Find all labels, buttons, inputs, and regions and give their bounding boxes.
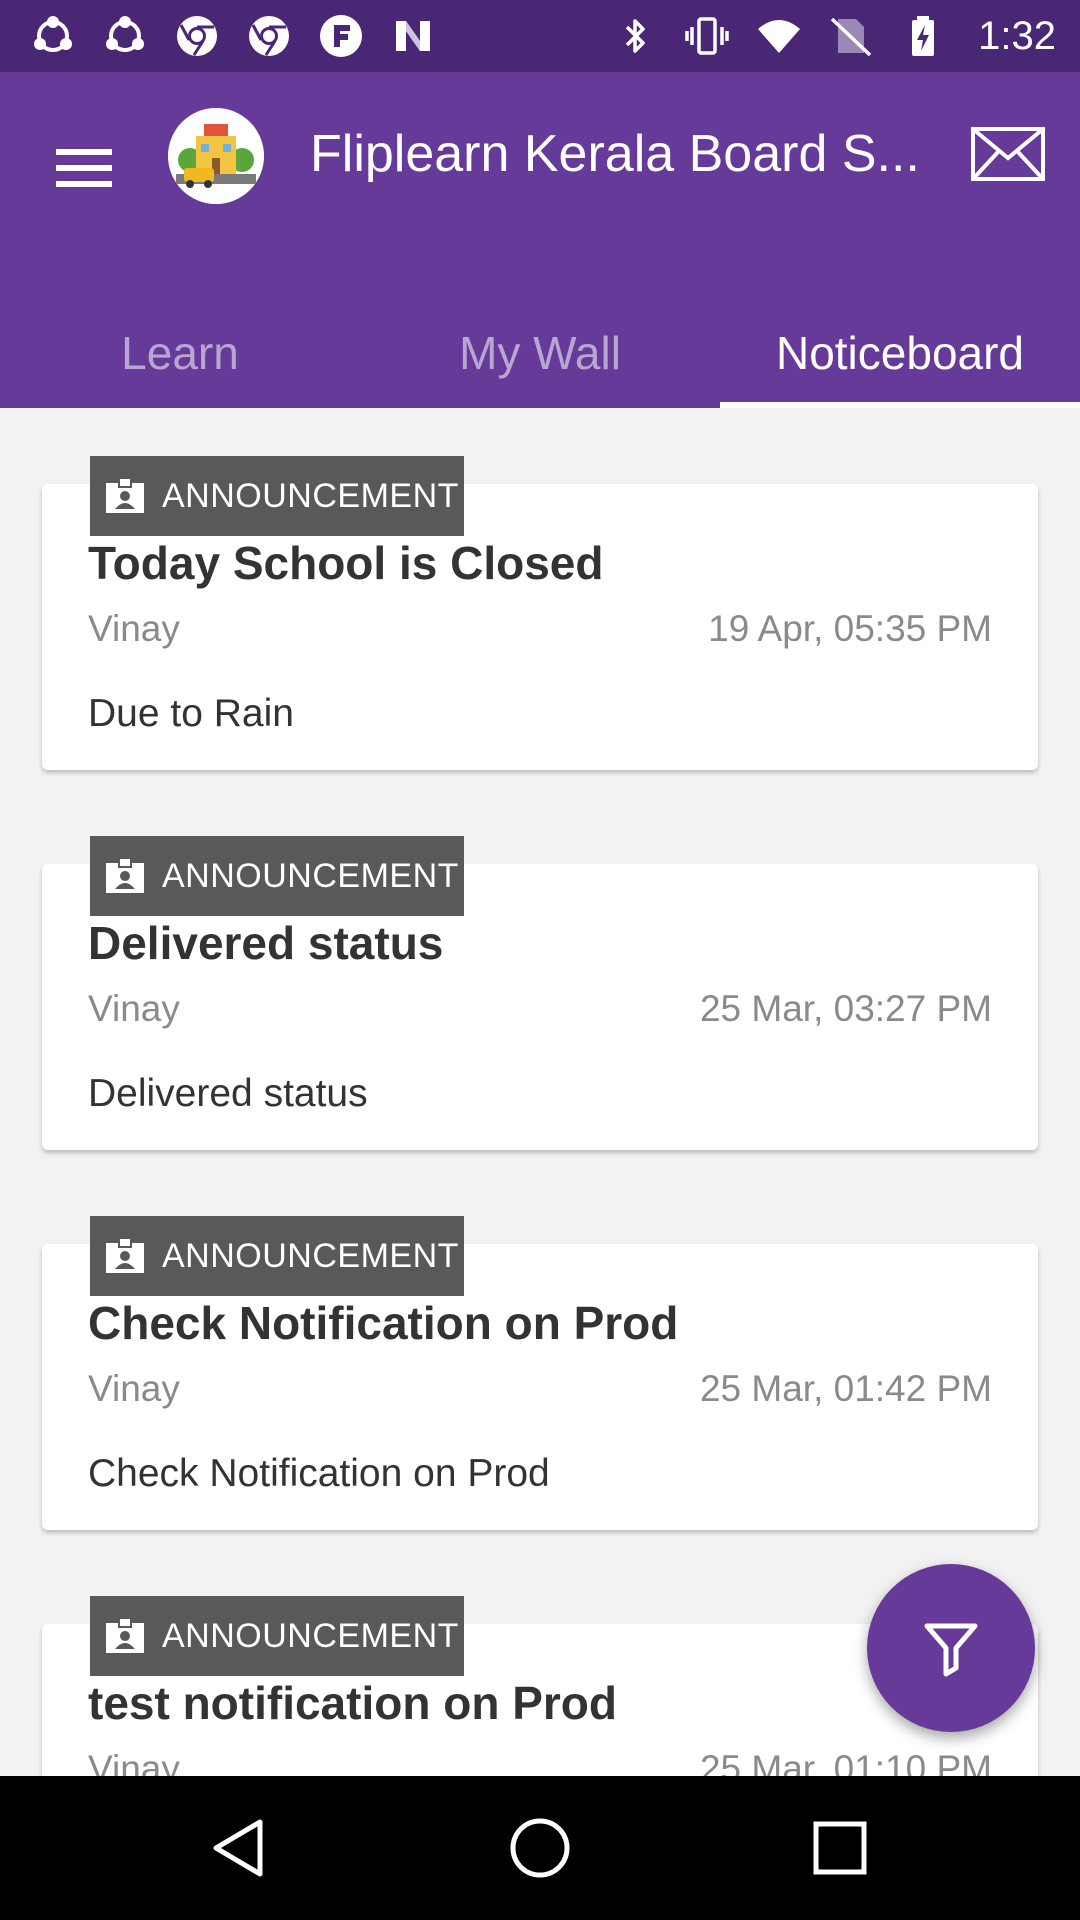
wifi-icon	[756, 13, 802, 59]
badge-icon	[106, 1617, 144, 1653]
notice-date: 25 Mar, 01:10 PM	[699, 1748, 992, 1776]
hamburger-menu-icon[interactable]	[48, 132, 120, 204]
app-bar: Fliplearn Kerala Board S... Learn My Wal…	[0, 72, 1080, 408]
share-icon	[30, 13, 76, 59]
announcement-tag: ANNOUNCEMENT	[90, 1596, 464, 1676]
notice-author: Vinay	[88, 1748, 180, 1776]
tag-label: ANNOUNCEMENT	[162, 1236, 459, 1275]
announcement-tag: ANNOUNCEMENT	[90, 1216, 464, 1296]
tag-label: ANNOUNCEMENT	[162, 1616, 459, 1655]
chrome-icon	[174, 13, 220, 59]
flipboard-icon	[318, 13, 364, 59]
n-icon	[390, 13, 436, 59]
badge-icon	[106, 857, 144, 893]
navigation-bar	[0, 1776, 1080, 1920]
notice-date: 25 Mar, 03:27 PM	[699, 988, 992, 1029]
notice-author: Vinay	[88, 1368, 180, 1409]
notice-body: Due to Rain	[88, 692, 294, 735]
vibrate-icon	[684, 13, 730, 59]
school-logo-icon[interactable]	[168, 108, 264, 204]
clock: 1:32	[978, 13, 1056, 58]
tag-label: ANNOUNCEMENT	[162, 856, 459, 895]
announcement-tag: ANNOUNCEMENT	[90, 836, 464, 916]
announcement-tag: ANNOUNCEMENT	[90, 456, 464, 536]
chrome-icon	[246, 13, 292, 59]
notification-icons	[30, 0, 436, 72]
notice-date: 25 Mar, 01:42 PM	[699, 1368, 992, 1409]
bluetooth-icon	[612, 13, 658, 59]
badge-icon	[106, 477, 144, 513]
app-title: Fliplearn Kerala Board S...	[310, 125, 920, 183]
system-icons: 1:32	[612, 0, 1056, 72]
battery-charging-icon	[900, 13, 946, 59]
notice-body: Delivered status	[88, 1072, 368, 1115]
notice-title: Today School is Closed	[88, 537, 604, 589]
notice-title: Check Notification on Prod	[88, 1297, 679, 1349]
status-bar: 1:32	[0, 0, 1080, 72]
notice-author: Vinay	[88, 608, 180, 649]
notice-item[interactable]: ANNOUNCEMENT Today School is Closed Vina…	[42, 432, 1038, 778]
back-icon[interactable]	[196, 1804, 284, 1892]
tab-bar: Learn My Wall Noticeboard	[0, 298, 1080, 408]
notice-item[interactable]: ANNOUNCEMENT Check Notification on Prod …	[42, 1192, 1038, 1538]
tab-learn[interactable]: Learn	[0, 298, 360, 408]
notice-author: Vinay	[88, 988, 180, 1029]
tab-noticeboard[interactable]: Noticeboard	[720, 298, 1080, 408]
tab-my-wall[interactable]: My Wall	[360, 298, 720, 408]
notice-body: Check Notification on Prod	[88, 1452, 550, 1495]
mail-icon[interactable]	[970, 126, 1046, 182]
share-icon	[102, 13, 148, 59]
filter-button[interactable]	[867, 1564, 1035, 1732]
notice-date: 19 Apr, 05:35 PM	[708, 608, 992, 649]
recents-icon[interactable]	[796, 1804, 884, 1892]
home-icon[interactable]	[496, 1804, 584, 1892]
notice-title: Delivered status	[88, 917, 444, 969]
badge-icon	[106, 1237, 144, 1273]
filter-icon	[924, 1623, 978, 1677]
tag-label: ANNOUNCEMENT	[162, 476, 459, 515]
no-sim-icon	[828, 13, 874, 59]
notice-title: test notification on Prod	[88, 1677, 617, 1729]
notice-item[interactable]: ANNOUNCEMENT Delivered status Vinay 25 M…	[42, 812, 1038, 1158]
